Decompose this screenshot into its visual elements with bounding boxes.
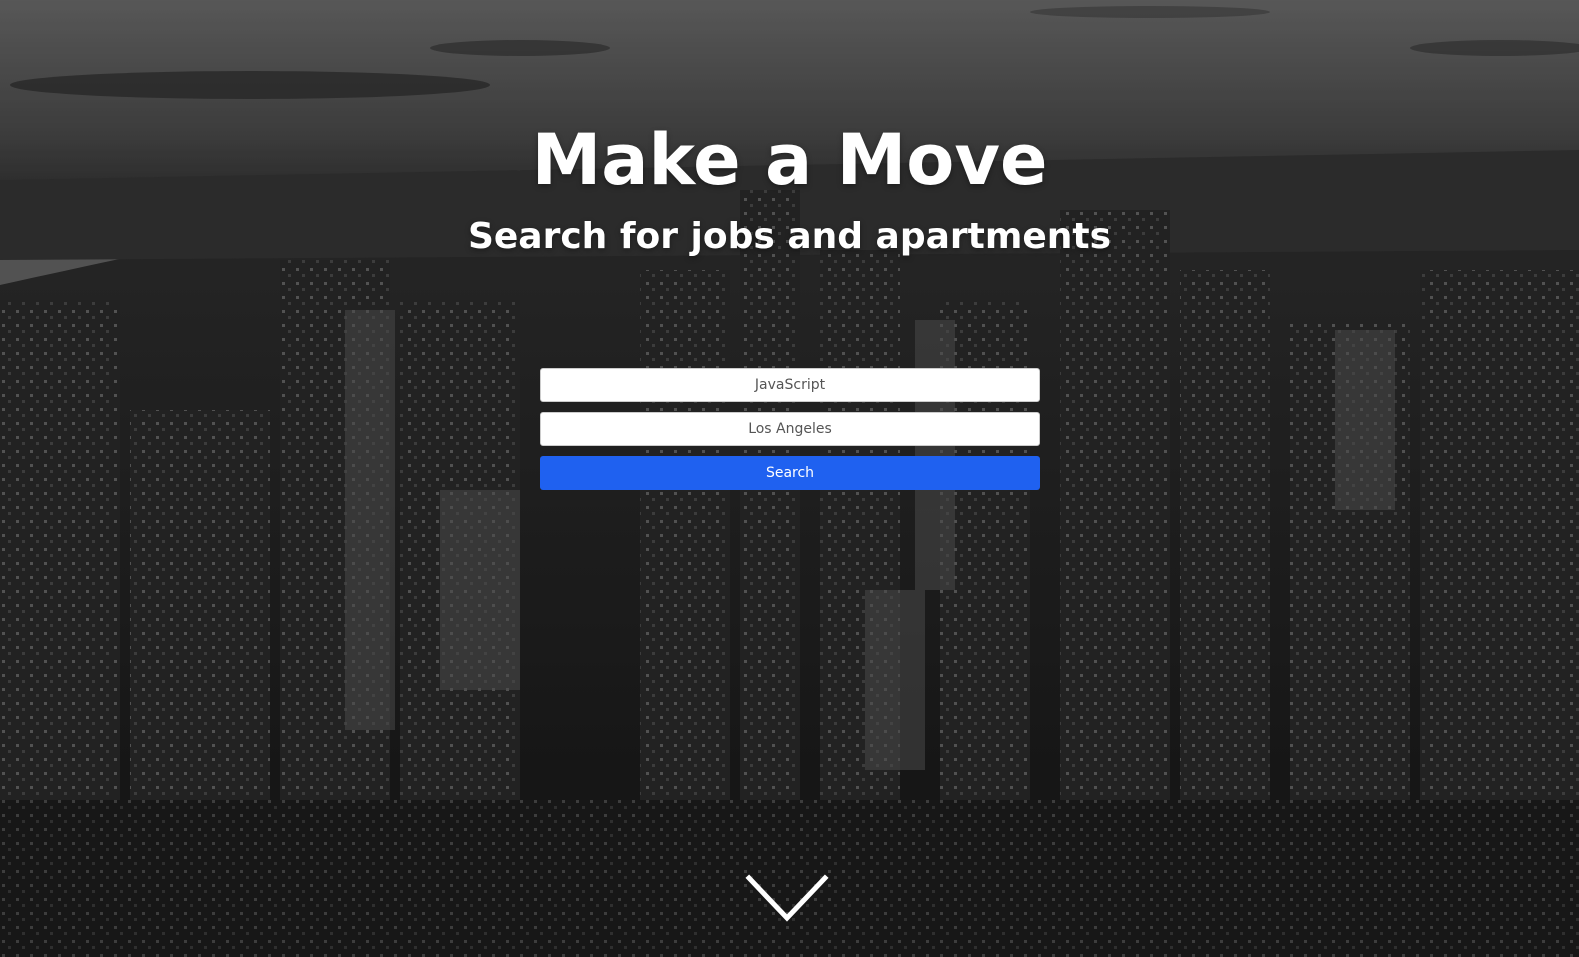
search-button[interactable]: Search [540, 456, 1040, 490]
page-subtitle: Search for jobs and apartments [467, 216, 1112, 257]
scroll-down-button[interactable] [745, 874, 829, 926]
search-form: Search [540, 368, 1040, 490]
hero-content: Make a Move Search for jobs and apartmen… [0, 0, 1579, 957]
location-input[interactable] [540, 412, 1040, 446]
hero-section: Make a Move Search for jobs and apartmen… [0, 0, 1579, 957]
page-title: Make a Move [531, 119, 1048, 201]
chevron-down-icon [745, 874, 829, 922]
keyword-input[interactable] [540, 368, 1040, 402]
